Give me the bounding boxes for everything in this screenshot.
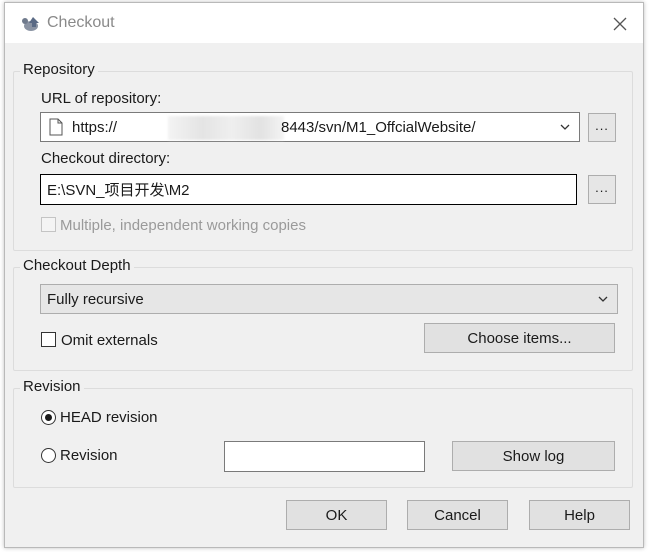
depth-selected: Fully recursive [47, 291, 144, 308]
checkout-dialog: Checkout Repository URL of repository: h… [4, 2, 644, 548]
chevron-down-icon[interactable] [559, 121, 571, 133]
url-label: URL of repository: [41, 90, 162, 107]
url-suffix: 8443/svn/M1_OffcialWebsite/ [281, 119, 476, 136]
choose-items-button[interactable]: Choose items... [424, 323, 615, 353]
checkout-depth-group: Checkout Depth [13, 257, 633, 371]
chevron-down-icon [598, 296, 608, 302]
file-icon [49, 118, 63, 136]
close-icon [613, 17, 627, 31]
revision-group-label: Revision [20, 378, 84, 395]
browse-directory-button[interactable]: ... [588, 175, 616, 204]
head-revision-label: HEAD revision [60, 409, 158, 426]
url-prefix: https:// [72, 119, 118, 136]
redacted-host [168, 116, 284, 140]
omit-externals-label: Omit externals [61, 332, 158, 349]
revision-group: Revision [13, 378, 633, 488]
checkout-depth-label: Checkout Depth [20, 257, 134, 274]
ok-button[interactable]: OK [286, 500, 387, 530]
multiple-copies-label: Multiple, independent working copies [60, 217, 306, 234]
revision-radio[interactable] [41, 448, 56, 463]
repository-url-combobox[interactable]: https:// 8443/svn/M1_OffcialWebsite/ [40, 112, 580, 142]
close-button[interactable] [607, 11, 633, 37]
show-log-button[interactable]: Show log [452, 441, 615, 471]
help-button[interactable]: Help [529, 500, 630, 530]
browse-repository-button[interactable]: ... [588, 113, 616, 142]
multiple-copies-checkbox[interactable] [41, 217, 56, 232]
repository-group-label: Repository [20, 61, 98, 78]
revision-label: Revision [60, 447, 118, 464]
depth-dropdown[interactable]: Fully recursive [40, 284, 618, 314]
checkout-directory-input[interactable]: E:\SVN_项目开发\M2 [40, 174, 577, 205]
title-bar: Checkout [5, 3, 643, 43]
checkout-directory-label: Checkout directory: [41, 150, 171, 167]
omit-externals-checkbox[interactable] [41, 332, 56, 347]
tortoise-svn-icon [22, 17, 39, 31]
window-title: Checkout [47, 14, 115, 31]
radio-selected-dot [45, 414, 52, 421]
revision-input[interactable] [224, 441, 425, 472]
head-revision-radio[interactable] [41, 410, 56, 425]
cancel-button[interactable]: Cancel [407, 500, 508, 530]
